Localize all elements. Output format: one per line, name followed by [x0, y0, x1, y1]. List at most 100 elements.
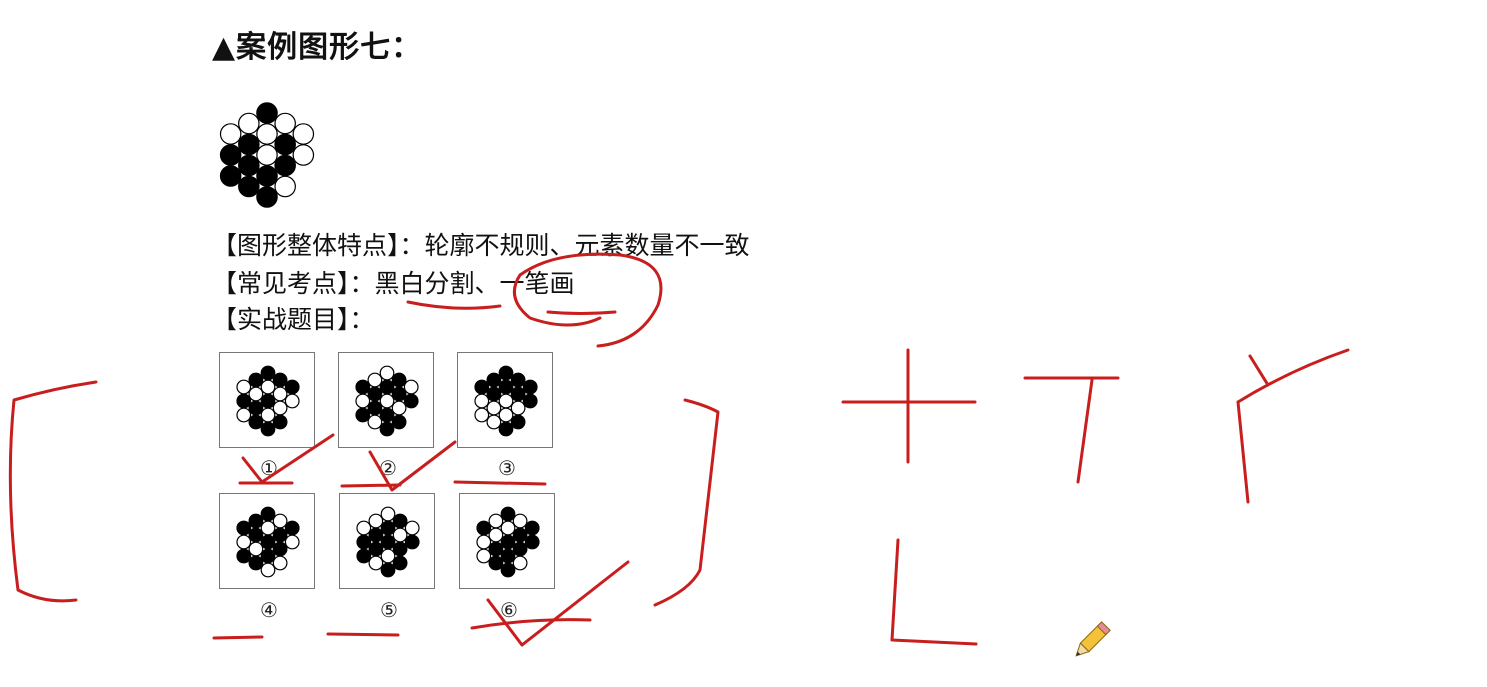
option-2-disc-white	[355, 393, 371, 409]
option-1-disc-black	[260, 421, 276, 437]
ink-underline-1	[406, 300, 502, 310]
option-1-disc-black	[248, 400, 264, 416]
option-2-disc-black	[355, 407, 371, 423]
option-3-disc-black	[474, 379, 490, 395]
option-3-disc-black	[486, 386, 502, 402]
option-5-disc-black	[368, 541, 384, 557]
option-2-disc-black	[379, 379, 395, 395]
option-5-figure[interactable]	[339, 493, 435, 589]
option-6-disc-white	[488, 527, 504, 543]
option-4-disc-white	[272, 555, 288, 571]
option-4-disc-white	[284, 534, 300, 550]
option-6-disc-black	[488, 555, 504, 571]
exam-points-line: 【常见考点】：黑白分割、一笔画	[212, 269, 575, 298]
option-6-disc-white	[476, 548, 492, 564]
option-5-label: ⑤	[380, 598, 398, 622]
option-1-figure[interactable]	[219, 352, 315, 448]
option-5-disc-black	[368, 527, 384, 543]
main-disc-black	[274, 154, 296, 177]
option-6-disc-black	[500, 534, 516, 550]
option-5-disc-black	[380, 520, 396, 536]
option-1-disc-white	[248, 386, 264, 402]
option-5-disc-black	[404, 534, 420, 550]
option-1-disc-black	[260, 393, 276, 409]
option-1-disc-white	[236, 407, 252, 423]
case-title: ▲案例图形七：	[212, 30, 423, 65]
option-5-disc-white	[404, 520, 420, 536]
option-2-disc-white	[379, 393, 395, 409]
option-5-disc-black	[380, 534, 396, 550]
option-6-disc-black	[476, 520, 492, 536]
option-5-disc-white	[392, 527, 408, 543]
option-3-disc-black	[522, 393, 538, 409]
option-5-disc-white	[356, 520, 372, 536]
ink-underline-opt2	[340, 483, 402, 488]
option-1-disc-black	[272, 372, 288, 388]
option-6-figure[interactable]	[459, 493, 555, 589]
option-5-disc-white	[380, 506, 396, 522]
option-4-disc-black	[248, 527, 264, 543]
main-disc-white	[292, 144, 315, 166]
option-2-disc-black	[391, 386, 407, 402]
option-4-disc-black	[236, 548, 252, 564]
ink-t-v	[1076, 378, 1094, 484]
main-disc-black	[219, 165, 242, 187]
option-2-disc-white	[367, 414, 383, 430]
option-6-disc-white	[476, 534, 492, 550]
main-disc-black	[256, 102, 278, 124]
option-5-disc-black	[380, 562, 396, 578]
option-1-disc-white	[236, 379, 252, 395]
main-disc-black	[256, 165, 278, 187]
option-6-disc-black	[524, 534, 540, 550]
option-4-disc-black	[272, 541, 288, 557]
option-4-figure[interactable]	[219, 493, 315, 589]
main-hexagon-figure	[219, 102, 315, 208]
option-6-disc-black	[524, 520, 540, 536]
option-6-disc-black	[500, 548, 516, 564]
option-2-figure[interactable]	[338, 352, 434, 448]
main-disc-white	[274, 112, 296, 135]
option-6-label: ⑥	[500, 598, 518, 622]
option-2-label: ②	[379, 456, 397, 480]
option-3-disc-black	[510, 372, 526, 388]
option-5-disc-black	[356, 534, 372, 550]
ink-v-stroke	[1236, 348, 1350, 504]
main-disc-white	[256, 144, 278, 166]
option-2-disc-black	[379, 421, 395, 437]
option-6-disc-white	[512, 513, 528, 529]
option-1-label: ①	[260, 456, 278, 480]
main-disc-black	[256, 186, 278, 208]
option-2-disc-black	[391, 414, 407, 430]
ink-underline-opt3	[453, 480, 547, 486]
option-1-disc-white	[260, 407, 276, 423]
ink-left-bracket	[8, 380, 98, 603]
option-3-figure[interactable]	[457, 352, 553, 448]
main-disc-black	[238, 175, 260, 198]
option-3-disc-black	[498, 421, 514, 437]
option-6-disc-white	[512, 555, 528, 571]
main-disc-white	[274, 175, 296, 198]
option-5-disc-black	[392, 513, 408, 529]
option-6-disc-black	[500, 506, 516, 522]
option-4-disc-black	[248, 555, 264, 571]
option-6-disc-black	[512, 541, 528, 557]
option-2-disc-white	[391, 400, 407, 416]
ink-l-shape	[890, 538, 978, 646]
option-3-disc-white	[474, 407, 490, 423]
pencil-icon[interactable]	[1068, 618, 1114, 664]
option-2-disc-white	[379, 365, 395, 381]
option-3-disc-white	[510, 400, 526, 416]
option-3-disc-white	[486, 414, 502, 430]
practice-line: 【实战题目】：	[212, 305, 375, 334]
option-4-disc-black	[284, 520, 300, 536]
main-disc-white	[256, 123, 278, 145]
option-6-disc-black	[500, 562, 516, 578]
option-2-disc-black	[379, 407, 395, 423]
option-5-disc-black	[356, 548, 372, 564]
option-2-disc-black	[367, 400, 383, 416]
ink-underline-opt4	[212, 635, 264, 640]
main-disc-black	[238, 154, 260, 177]
option-4-disc-white	[272, 513, 288, 529]
option-3-disc-black	[486, 372, 502, 388]
option-2-disc-black	[355, 379, 371, 395]
